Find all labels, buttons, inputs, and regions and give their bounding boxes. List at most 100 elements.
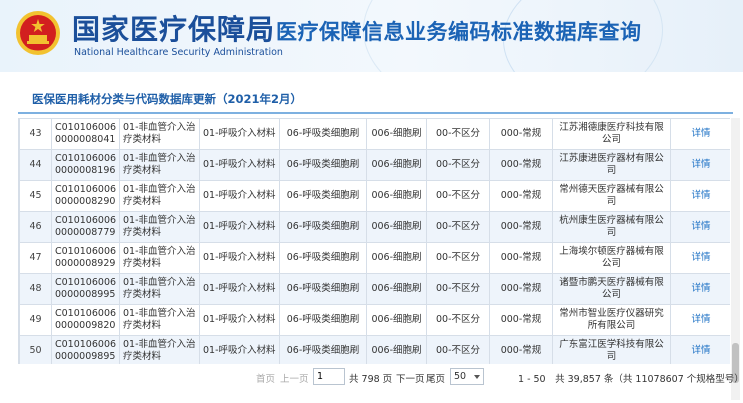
generic-name: 006-细胞刷: [371, 314, 422, 325]
material-code: C010106006 0000008290: [55, 184, 117, 207]
generic-name-cell: 006-细胞刷: [366, 180, 427, 212]
generic-name-cell: 006-细胞刷: [366, 335, 427, 364]
material-type: 00-不区分: [435, 221, 481, 232]
category-level-1-cell: 01-非血管介入治疗类材料: [119, 335, 200, 364]
category-level-3: 06-呼吸类细胞刷: [286, 159, 360, 170]
prev-page-button[interactable]: 上一页: [280, 371, 309, 385]
category-level-3-cell: 06-呼吸类细胞刷: [279, 304, 367, 336]
material-type: 00-不区分: [435, 345, 481, 356]
material-code: C010106006 0000009820: [55, 308, 117, 331]
generic-name-cell: 006-细胞刷: [366, 149, 427, 181]
detail-link-cell: 详情: [670, 149, 730, 181]
category-level-1: 01-非血管介入治疗类材料: [123, 308, 196, 331]
page-number-input[interactable]: [313, 368, 345, 385]
org-name-cn: 国家医疗保障局: [72, 13, 276, 46]
spec-feature: 000-常规: [500, 252, 542, 263]
spec-feature: 000-常规: [500, 345, 542, 356]
material-type-cell: 00-不区分: [426, 118, 490, 150]
chevron-down-icon: [474, 375, 480, 379]
spec-feature: 000-常规: [500, 314, 542, 325]
detail-link[interactable]: 详情: [691, 159, 710, 170]
category-level-1-cell: 01-非血管介入治疗类材料: [119, 118, 200, 150]
spec-feature-cell: 000-常规: [489, 335, 553, 364]
material-code: C010106006 0000008929: [55, 246, 117, 269]
manufacturer: 江苏湘德康医疗科技有限公司: [559, 122, 664, 145]
detail-link-cell: 详情: [670, 242, 730, 274]
category-level-3-cell: 06-呼吸类细胞刷: [279, 180, 367, 212]
generic-name-cell: 006-细胞刷: [366, 211, 427, 243]
spec-feature-cell: 000-常规: [489, 211, 553, 243]
last-page-button[interactable]: 尾页: [426, 371, 445, 385]
material-code: C010106006 0000008779: [55, 215, 117, 238]
spec-feature-cell: 000-常规: [489, 304, 553, 336]
detail-link[interactable]: 详情: [691, 252, 710, 263]
material-type: 00-不区分: [435, 128, 481, 139]
page-size-select[interactable]: 50: [450, 368, 484, 385]
row-index-cell: 48: [19, 273, 52, 305]
material-code-cell: C010106006 0000008196: [51, 149, 120, 181]
manufacturer-cell: 上海埃尔顿医疗器械有限公司: [552, 242, 671, 274]
category-level-3-cell: 06-呼吸类细胞刷: [279, 273, 367, 305]
generic-name-cell: 006-细胞刷: [366, 118, 427, 150]
material-code-cell: C010106006 0000008041: [51, 118, 120, 150]
material-type-cell: 00-不区分: [426, 273, 490, 305]
generic-name: 006-细胞刷: [371, 345, 422, 356]
spec-feature-cell: 000-常规: [489, 273, 553, 305]
detail-link[interactable]: 详情: [691, 221, 710, 232]
first-page-button[interactable]: 首页: [256, 371, 275, 385]
spec-feature-cell: 000-常规: [489, 180, 553, 212]
generic-name: 006-细胞刷: [371, 252, 422, 263]
generic-name: 006-细胞刷: [371, 283, 422, 294]
spec-feature: 000-常规: [500, 283, 542, 294]
pagination-bar: 首页 上一页 共 798 页 下一页 尾页 50 1 - 50 共 39,857…: [18, 366, 743, 388]
category-level-2: 01-呼吸介入材料: [203, 283, 276, 294]
record-summary: 1 - 50 共 39,857 条（共 11078607 个规格型号）: [518, 374, 743, 385]
category-level-3-cell: 06-呼吸类细胞刷: [279, 335, 367, 364]
material-type-cell: 00-不区分: [426, 149, 490, 181]
row-index-cell: 47: [19, 242, 52, 274]
category-level-1-cell: 01-非血管介入治疗类材料: [119, 273, 200, 305]
spec-feature: 000-常规: [500, 190, 542, 201]
material-type: 00-不区分: [435, 314, 481, 325]
category-level-2-cell: 01-呼吸介入材料: [199, 273, 280, 305]
detail-link[interactable]: 详情: [691, 190, 710, 201]
row-index-cell: 46: [19, 211, 52, 243]
row-index-cell: 43: [19, 118, 52, 150]
manufacturer-cell: 诸暨市鹏天医疗器械有限公司: [552, 273, 671, 305]
spec-feature: 000-常规: [500, 128, 542, 139]
category-level-2: 01-呼吸介入材料: [203, 159, 276, 170]
vertical-scrollbar[interactable]: [731, 118, 740, 400]
next-page-button[interactable]: 下一页: [396, 371, 425, 385]
row-index: 50: [29, 345, 42, 356]
table-row: 47 C010106006 0000008929 01-非血管介入治疗类材料 01-呼…: [19, 242, 730, 274]
category-level-2-cell: 01-呼吸介入材料: [199, 242, 280, 274]
row-index-cell: 49: [19, 304, 52, 336]
table-row: 50 C010106006 0000009895 01-非血管介入治疗类材料 01-呼…: [19, 335, 730, 364]
site-header: 国家医疗保障局 National Healthcare Security Adm…: [0, 0, 743, 72]
category-level-2: 01-呼吸介入材料: [203, 128, 276, 139]
category-level-3-cell: 06-呼吸类细胞刷: [279, 242, 367, 274]
row-index: 47: [29, 252, 42, 263]
material-code: C010106006 0000008196: [55, 153, 117, 176]
material-code-cell: C010106006 0000009820: [51, 304, 120, 336]
row-index: 48: [29, 283, 42, 294]
detail-link[interactable]: 详情: [691, 283, 710, 294]
category-level-1: 01-非血管介入治疗类材料: [123, 153, 196, 176]
detail-link[interactable]: 详情: [691, 128, 710, 139]
table-row: 49 C010106006 0000009820 01-非血管介入治疗类材料 01-呼…: [19, 304, 730, 336]
material-code-cell: C010106006 0000008779: [51, 211, 120, 243]
category-level-2-cell: 01-呼吸介入材料: [199, 304, 280, 336]
detail-link-cell: 详情: [670, 118, 730, 150]
manufacturer: 江苏康进医疗器材有限公司: [559, 153, 664, 176]
row-index: 49: [29, 314, 42, 325]
manufacturer-cell: 江苏康进医疗器材有限公司: [552, 149, 671, 181]
detail-link[interactable]: 详情: [691, 314, 710, 325]
material-type-cell: 00-不区分: [426, 211, 490, 243]
category-level-3-cell: 06-呼吸类细胞刷: [279, 211, 367, 243]
detail-link[interactable]: 详情: [691, 345, 710, 356]
row-index-cell: 44: [19, 149, 52, 181]
row-index: 43: [29, 128, 42, 139]
row-index: 46: [29, 221, 42, 232]
category-level-3-cell: 06-呼吸类细胞刷: [279, 118, 367, 150]
table-row: 43 C010106006 0000008041 01-非血管介入治疗类材料 01-呼…: [19, 118, 730, 150]
